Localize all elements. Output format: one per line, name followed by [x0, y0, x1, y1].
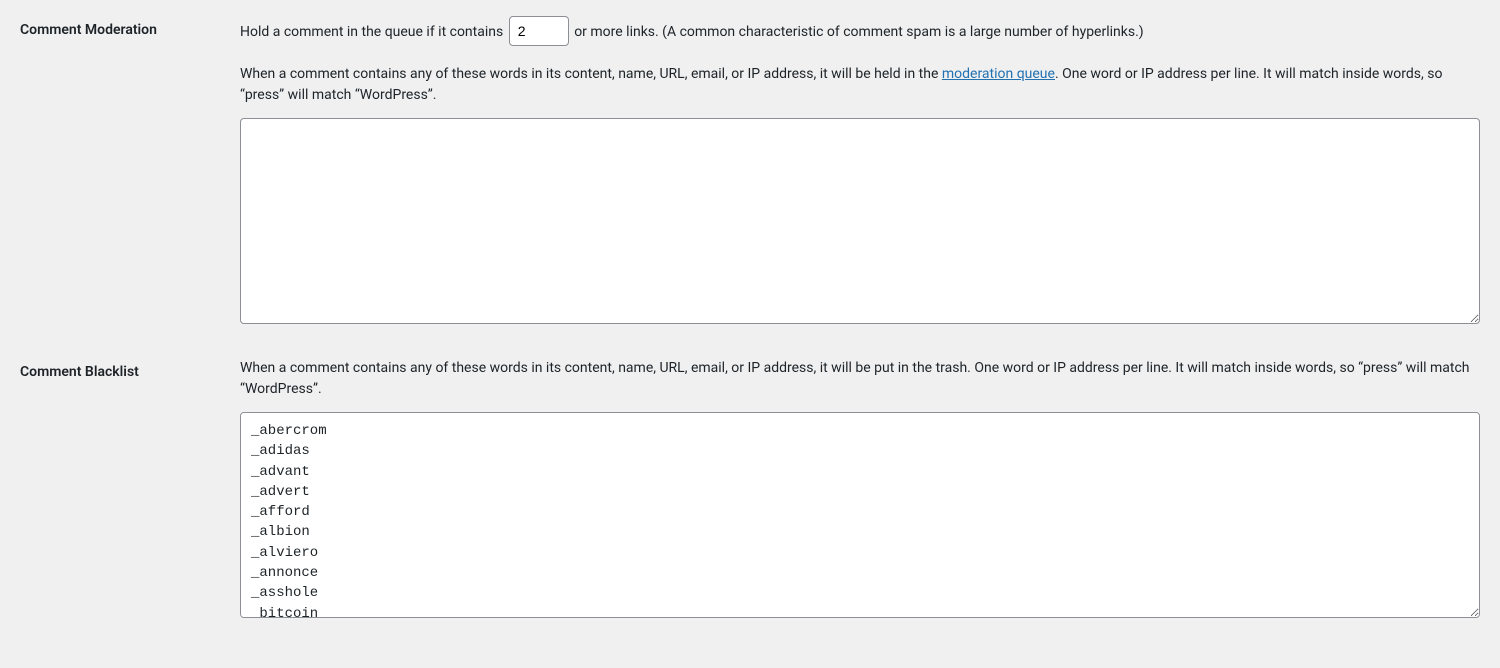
comment-moderation-content: Hold a comment in the queue if it contai…: [240, 16, 1480, 328]
comment-blacklist-row: Comment Blacklist When a comment contain…: [20, 358, 1480, 622]
moderation-description: When a comment contains any of these wor…: [240, 64, 1480, 106]
comment-blacklist-content: When a comment contains any of these wor…: [240, 358, 1480, 622]
moderation-line1-prefix: Hold a comment in the queue if it contai…: [240, 24, 503, 40]
moderation-line2-prefix: When a comment contains any of these wor…: [240, 66, 942, 82]
moderation-links-line: Hold a comment in the queue if it contai…: [240, 16, 1480, 46]
comment-moderation-heading: Comment Moderation: [20, 16, 240, 38]
moderation-keys-textarea[interactable]: [240, 118, 1480, 324]
blacklist-description: When a comment contains any of these wor…: [240, 358, 1480, 400]
comment-blacklist-heading: Comment Blacklist: [20, 358, 240, 380]
moderation-queue-link[interactable]: moderation queue: [942, 66, 1055, 82]
moderation-line1-suffix: or more links. (A common characteristic …: [574, 24, 1143, 40]
comment-moderation-row: Comment Moderation Hold a comment in the…: [20, 16, 1480, 328]
blacklist-keys-textarea[interactable]: [240, 412, 1480, 618]
moderation-links-input[interactable]: [509, 16, 569, 46]
